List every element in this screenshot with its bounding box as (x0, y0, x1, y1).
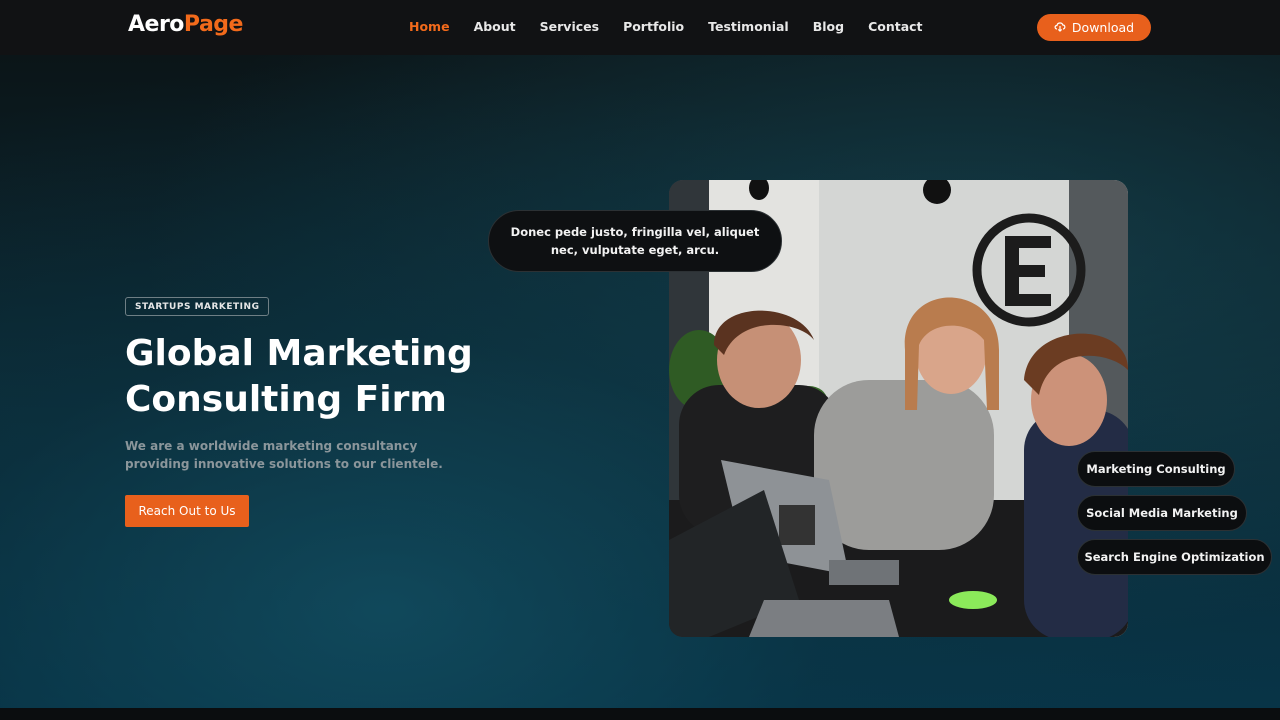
nav-home[interactable]: Home (409, 19, 450, 34)
nav-blog[interactable]: Blog (813, 19, 844, 34)
nav-contact[interactable]: Contact (868, 19, 922, 34)
hero-title: Global Marketing Consulting Firm (125, 331, 545, 423)
cloud-download-icon (1054, 21, 1066, 35)
section-divider (0, 708, 1280, 720)
logo-text-accent: Page (183, 12, 244, 37)
site-header: AeroPage Home About Services Portfolio T… (0, 0, 1280, 55)
service-pill-social-media[interactable]: Social Media Marketing (1077, 495, 1247, 531)
download-button[interactable]: Download (1037, 14, 1151, 41)
hero-title-line2: Consulting Firm (125, 379, 447, 420)
nav-services[interactable]: Services (540, 19, 599, 34)
reach-out-button[interactable]: Reach Out to Us (125, 495, 249, 527)
hero-tag: STARTUPS MARKETING (125, 297, 270, 316)
download-label: Download (1071, 20, 1135, 35)
nav-portfolio[interactable]: Portfolio (623, 19, 684, 34)
logo-text-primary: Aero (128, 12, 184, 37)
hero-subtitle: We are a worldwide marketing consultancy… (125, 439, 443, 471)
testimonial-bubble: Donec pede justo, fringilla vel, aliquet… (488, 210, 782, 272)
nav-testimonial[interactable]: Testimonial (708, 19, 789, 34)
nav-about[interactable]: About (474, 19, 516, 34)
service-pill-seo[interactable]: Search Engine Optimization (1077, 539, 1272, 575)
hero-title-line1: Global Marketing (125, 333, 473, 374)
logo[interactable]: AeroPage (128, 12, 243, 37)
main-nav: Home About Services Portfolio Testimonia… (409, 19, 947, 34)
service-pill-marketing-consulting[interactable]: Marketing Consulting (1077, 451, 1235, 487)
